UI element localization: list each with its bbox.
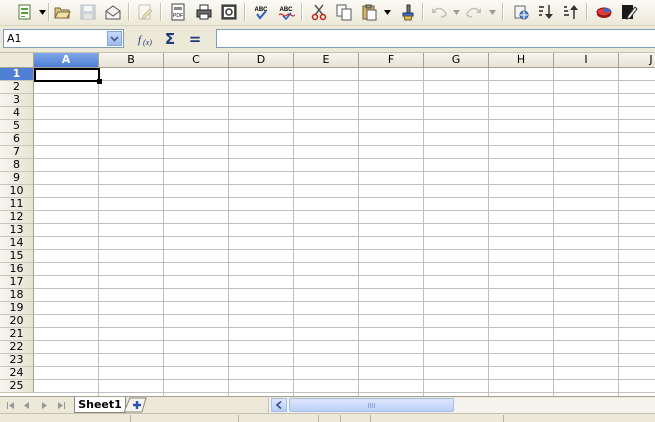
column-header-e[interactable]: E [294,53,359,68]
formula-bar: A1 f (x) Σ = [0,26,655,53]
name-box-value: A1 [7,32,22,45]
column-header-h[interactable]: H [489,53,554,68]
first-sheet-icon [6,402,14,409]
next-sheet-button[interactable] [36,399,51,412]
last-sheet-button[interactable] [53,399,68,412]
paste-dropdown[interactable] [383,6,391,18]
column-header-d[interactable]: D [229,53,294,68]
show-draw-functions-icon[interactable] [618,2,640,22]
save-icon[interactable] [77,2,99,22]
print-preview-icon[interactable] [218,2,240,22]
name-box-dropdown[interactable] [107,31,122,46]
sum-icon[interactable]: Σ [160,30,180,48]
open-folder-icon[interactable] [51,2,73,22]
select-all-corner[interactable] [0,53,34,68]
formula-input[interactable] [216,29,655,48]
standard-toolbar: PDF ABC ABC [0,0,655,26]
scroll-thumb[interactable] [289,398,454,412]
last-sheet-icon [57,402,65,409]
column-header-f[interactable]: F [359,53,424,68]
previous-sheet-icon [23,402,29,409]
format-paintbrush-icon[interactable] [397,2,419,22]
next-sheet-icon [41,402,47,409]
column-header-c[interactable]: C [164,53,229,68]
cell-area[interactable] [34,68,655,396]
name-box[interactable]: A1 [3,29,124,48]
svg-text:ABC: ABC [280,7,294,13]
print-icon[interactable] [193,2,215,22]
svg-text:(x): (x) [143,38,152,47]
column-header-g[interactable]: G [424,53,489,68]
horizontal-scrollbar[interactable] [268,398,655,413]
column-header-b[interactable]: B [99,53,164,68]
add-sheet-icon [124,397,147,413]
add-sheet-button[interactable] [124,397,148,413]
email-icon[interactable] [102,2,124,22]
first-sheet-button[interactable] [3,399,18,412]
chevron-left-icon [276,401,282,409]
spellcheck-icon[interactable]: ABC [250,2,272,22]
column-header-i[interactable]: I [554,53,619,68]
column-header-j[interactable]: J [619,53,655,68]
new-document-dropdown[interactable] [38,6,46,18]
autospellcheck-icon[interactable]: ABC [275,2,297,22]
svg-text:PDF: PDF [173,13,183,19]
function-wizard-icon[interactable]: f (x) [135,30,155,48]
redo-icon[interactable] [463,2,485,22]
sheet-tab-sheet1[interactable]: Sheet1 [74,397,126,413]
active-cell-cursor[interactable] [34,68,102,84]
edit-file-icon[interactable] [134,2,156,22]
sort-descending-icon[interactable] [560,2,582,22]
spreadsheet-grid: ABCDEFGHIJ 1 2 3 4 5 6 7 8 9 10 11 12 13 14 15 16 17 18 19… [0,53,655,396]
scroll-left-button[interactable] [271,398,287,412]
copy-icon[interactable] [333,2,355,22]
previous-sheet-button[interactable] [19,399,34,412]
new-document-icon[interactable] [14,2,36,22]
insert-chart-icon[interactable] [593,2,615,22]
export-pdf-icon[interactable]: PDF [167,2,189,22]
sort-ascending-icon[interactable] [535,2,557,22]
undo-dropdown[interactable] [452,6,460,18]
column-header-a[interactable]: A [34,53,99,68]
paste-icon[interactable] [358,2,380,22]
row-header-25[interactable]: 25 [0,380,34,393]
redo-dropdown[interactable] [488,6,496,18]
hyperlink-icon[interactable] [510,2,532,22]
scroll-grip [368,403,376,408]
undo-icon[interactable] [428,2,450,22]
cut-icon[interactable] [308,2,330,22]
chevron-down-icon [110,35,119,42]
sheet-tab-bar: Sheet1 [0,396,655,414]
function-equals-icon[interactable]: = [185,30,205,48]
